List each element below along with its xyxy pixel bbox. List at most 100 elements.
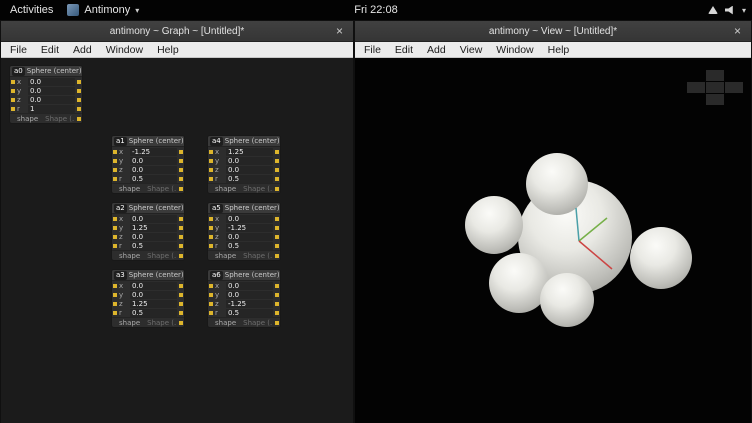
output-port[interactable] bbox=[275, 187, 279, 191]
output-port[interactable] bbox=[179, 311, 183, 315]
input-port[interactable] bbox=[209, 159, 213, 163]
output-port[interactable] bbox=[275, 168, 279, 172]
menu-edit[interactable]: Edit bbox=[34, 42, 66, 58]
datum-value-input[interactable]: 0.5 bbox=[226, 175, 273, 183]
close-icon[interactable]: × bbox=[334, 21, 345, 42]
output-port[interactable] bbox=[77, 89, 81, 93]
input-port[interactable] bbox=[113, 244, 117, 248]
input-port[interactable] bbox=[209, 177, 213, 181]
output-port[interactable] bbox=[179, 187, 183, 191]
datum-value-input[interactable]: 0.0 bbox=[28, 78, 75, 86]
output-port[interactable] bbox=[179, 168, 183, 172]
graph-canvas[interactable]: a0Sphere (center)≡x0.0y0.0z0.0r1shapeSha… bbox=[1, 58, 353, 423]
orientation-cell-top[interactable] bbox=[706, 70, 724, 81]
output-port[interactable] bbox=[179, 150, 183, 154]
graph-node-a3[interactable]: a3Sphere (center)≡x0.0y0.0z1.25r0.5shape… bbox=[111, 269, 185, 328]
output-port[interactable] bbox=[275, 226, 279, 230]
input-port[interactable] bbox=[11, 80, 15, 84]
node-name[interactable]: a1 bbox=[114, 137, 127, 146]
datum-value-input[interactable]: -1.25 bbox=[130, 148, 177, 156]
datum-value-input[interactable]: 0.0 bbox=[130, 282, 177, 290]
input-port[interactable] bbox=[113, 302, 117, 306]
output-port[interactable] bbox=[179, 254, 183, 258]
clock[interactable]: Fri 22:08 bbox=[354, 4, 397, 16]
datum-value-input[interactable]: 0.0 bbox=[226, 282, 273, 290]
datum-value-input[interactable]: 0.0 bbox=[130, 166, 177, 174]
datum-value-input[interactable]: 1 bbox=[28, 105, 75, 113]
output-port[interactable] bbox=[275, 159, 279, 163]
output-port[interactable] bbox=[275, 254, 279, 258]
orientation-cell-bottom[interactable] bbox=[706, 94, 724, 105]
datum-value-input[interactable]: 1.25 bbox=[130, 224, 177, 232]
output-port[interactable] bbox=[179, 302, 183, 306]
datum-value-input[interactable]: 0.0 bbox=[28, 96, 75, 104]
menu-file[interactable]: File bbox=[357, 42, 388, 58]
input-port[interactable] bbox=[113, 226, 117, 230]
input-port[interactable] bbox=[11, 89, 15, 93]
output-port[interactable] bbox=[179, 226, 183, 230]
input-port[interactable] bbox=[113, 168, 117, 172]
datum-value-input[interactable]: 0.0 bbox=[226, 215, 273, 223]
datum-value-input[interactable]: -1.25 bbox=[226, 300, 273, 308]
menu-window[interactable]: Window bbox=[99, 42, 150, 58]
input-port[interactable] bbox=[113, 217, 117, 221]
menu-window[interactable]: Window bbox=[489, 42, 540, 58]
datum-value-input[interactable]: 0.0 bbox=[226, 166, 273, 174]
output-port[interactable] bbox=[275, 293, 279, 297]
output-port[interactable] bbox=[275, 244, 279, 248]
datum-value-input[interactable]: 0.0 bbox=[130, 215, 177, 223]
input-port[interactable] bbox=[209, 302, 213, 306]
graph-node-a5[interactable]: a5Sphere (center)≡x0.0y-1.25z0.0r0.5shap… bbox=[207, 202, 281, 261]
datum-value-input[interactable]: 0.0 bbox=[226, 291, 273, 299]
output-port[interactable] bbox=[77, 107, 81, 111]
node-name[interactable]: a3 bbox=[114, 271, 127, 280]
viewport-3d[interactable] bbox=[355, 58, 751, 423]
output-port[interactable] bbox=[77, 80, 81, 84]
output-port[interactable] bbox=[275, 177, 279, 181]
output-port[interactable] bbox=[275, 284, 279, 288]
datum-value-input[interactable]: 1.25 bbox=[226, 148, 273, 156]
menu-help[interactable]: Help bbox=[541, 42, 577, 58]
node-name[interactable]: a6 bbox=[210, 271, 223, 280]
input-port[interactable] bbox=[11, 107, 15, 111]
output-port[interactable] bbox=[179, 159, 183, 163]
app-indicator[interactable]: Antimony ▾ bbox=[67, 4, 139, 16]
datum-value-input[interactable]: 0.0 bbox=[226, 157, 273, 165]
output-port[interactable] bbox=[77, 117, 81, 121]
output-port[interactable] bbox=[275, 321, 279, 325]
input-port[interactable] bbox=[209, 226, 213, 230]
input-port[interactable] bbox=[113, 235, 117, 239]
input-port[interactable] bbox=[209, 217, 213, 221]
menu-help[interactable]: Help bbox=[150, 42, 186, 58]
datum-value-input[interactable]: 0.5 bbox=[130, 309, 177, 317]
datum-value-input[interactable]: 0.0 bbox=[130, 157, 177, 165]
menu-edit[interactable]: Edit bbox=[388, 42, 420, 58]
menu-add[interactable]: Add bbox=[420, 42, 453, 58]
output-port[interactable] bbox=[179, 284, 183, 288]
input-port[interactable] bbox=[11, 98, 15, 102]
datum-value-input[interactable]: 0.0 bbox=[28, 87, 75, 95]
output-port[interactable] bbox=[275, 217, 279, 221]
output-port[interactable] bbox=[179, 235, 183, 239]
input-port[interactable] bbox=[113, 311, 117, 315]
datum-value-input[interactable]: 0.0 bbox=[226, 233, 273, 241]
datum-value-input[interactable]: 0.5 bbox=[130, 175, 177, 183]
output-port[interactable] bbox=[179, 177, 183, 181]
graph-window-titlebar[interactable]: antimony ~ Graph ~ [Untitled]* × bbox=[1, 21, 353, 42]
orientation-cell-left[interactable] bbox=[687, 82, 705, 93]
datum-value-input[interactable]: 0.5 bbox=[130, 242, 177, 250]
output-port[interactable] bbox=[275, 302, 279, 306]
graph-node-a6[interactable]: a6Sphere (center)≡x0.0y0.0z-1.25r0.5shap… bbox=[207, 269, 281, 328]
datum-value-input[interactable]: 0.0 bbox=[130, 233, 177, 241]
output-port[interactable] bbox=[179, 321, 183, 325]
datum-value-input[interactable]: 0.0 bbox=[130, 291, 177, 299]
input-port[interactable] bbox=[209, 168, 213, 172]
input-port[interactable] bbox=[113, 284, 117, 288]
input-port[interactable] bbox=[209, 235, 213, 239]
input-port[interactable] bbox=[113, 293, 117, 297]
input-port[interactable] bbox=[209, 284, 213, 288]
input-port[interactable] bbox=[209, 293, 213, 297]
input-port[interactable] bbox=[113, 150, 117, 154]
output-port[interactable] bbox=[77, 98, 81, 102]
datum-value-input[interactable]: 0.5 bbox=[226, 309, 273, 317]
